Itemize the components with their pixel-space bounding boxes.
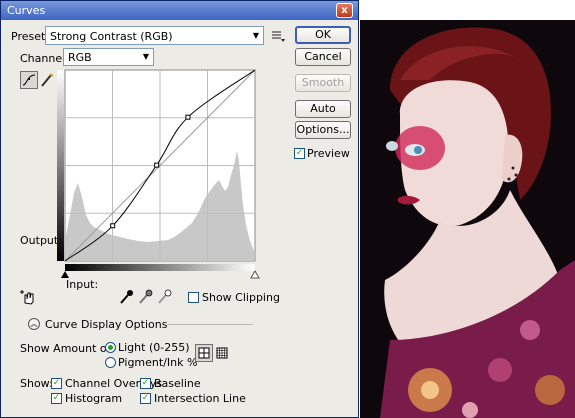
preview-label: Preview [307,147,350,160]
black-point-slider[interactable] [61,271,69,278]
chevron-down-icon: ▼ [139,49,153,65]
white-eyedropper-button[interactable] [155,288,173,306]
close-button[interactable]: x [336,3,353,18]
light-label: Light (0-255) [118,341,190,354]
hand-icon [20,290,34,305]
gray-eyedropper-icon [139,289,153,304]
smooth-button[interactable]: Smooth [295,74,351,92]
gray-eyedropper-button[interactable] [136,288,154,306]
input-label: Input: [66,278,99,291]
collapse-options-button[interactable]: ︽ [28,318,40,330]
white-eyedropper-icon [158,289,172,304]
channel-overlays-checkbox[interactable]: ✓ [51,378,62,389]
show-amount-label: Show Amount of: [20,342,114,355]
grid-4x4-icon [198,347,210,359]
show-clipping-label: Show Clipping [202,291,280,304]
curves-dialog: Curves x Preset: Strong Contrast (RGB) ▼… [0,0,359,418]
black-eyedropper-icon [120,290,133,304]
histogram-label: Histogram [65,392,123,405]
preset-menu-icon [272,31,285,42]
curve-display-options-label: Curve Display Options [45,318,168,331]
options-button[interactable]: Options... [295,121,351,139]
ok-button[interactable]: OK [295,26,351,44]
divider [167,324,253,325]
title-bar[interactable]: Curves x [1,1,358,20]
preset-label: Preset: [11,30,50,43]
channel-label: Channel: [20,52,69,65]
curve-control-point[interactable] [154,162,160,168]
preview-checkbox[interactable]: ✓ [294,148,305,159]
input-gradient-bar [65,264,255,271]
intersection-line-checkbox[interactable]: ✓ [140,393,151,404]
curve-tool-icon [22,74,36,86]
portrait-photo [360,20,575,418]
on-image-adjustment-tool[interactable] [19,288,37,306]
show-label: Show: [20,377,53,390]
chevron-down-icon: ▼ [249,27,263,44]
intersection-line-label: Intersection Line [154,392,246,405]
histogram-checkbox[interactable]: ✓ [51,393,62,404]
point-curve-tool[interactable] [20,71,38,89]
preset-value: Strong Contrast (RGB) [50,30,173,43]
chevron-up-icon: ︽ [30,320,38,328]
curve-graph[interactable] [54,65,260,280]
output-label: Output: [20,234,62,247]
cancel-button[interactable]: Cancel [295,48,351,66]
document-image [360,20,575,418]
light-radio[interactable] [105,342,116,353]
curve-control-point[interactable] [110,223,116,229]
baseline-checkbox[interactable]: ✓ [140,378,151,389]
black-eyedropper-button[interactable] [117,288,135,306]
curve-control-point[interactable] [185,114,191,120]
dialog-title: Curves [7,4,46,17]
baseline-label: Baseline [154,377,201,390]
auto-button[interactable]: Auto [295,100,351,118]
simple-grid-button[interactable] [195,344,213,362]
detailed-grid-button[interactable] [213,344,231,362]
output-gradient-bar [57,70,64,261]
pigment-ink-radio[interactable] [105,357,116,368]
channel-select[interactable]: RGB ▼ [63,48,154,66]
white-point-slider[interactable] [250,269,260,279]
channel-value: RGB [68,51,92,64]
preset-options-menu-button[interactable] [269,27,287,45]
preset-select[interactable]: Strong Contrast (RGB) ▼ [45,26,264,45]
show-clipping-checkbox[interactable]: ✓ [188,292,199,303]
pigment-ink-label: Pigment/Ink % [118,356,198,369]
grid-10x10-icon [216,347,228,359]
